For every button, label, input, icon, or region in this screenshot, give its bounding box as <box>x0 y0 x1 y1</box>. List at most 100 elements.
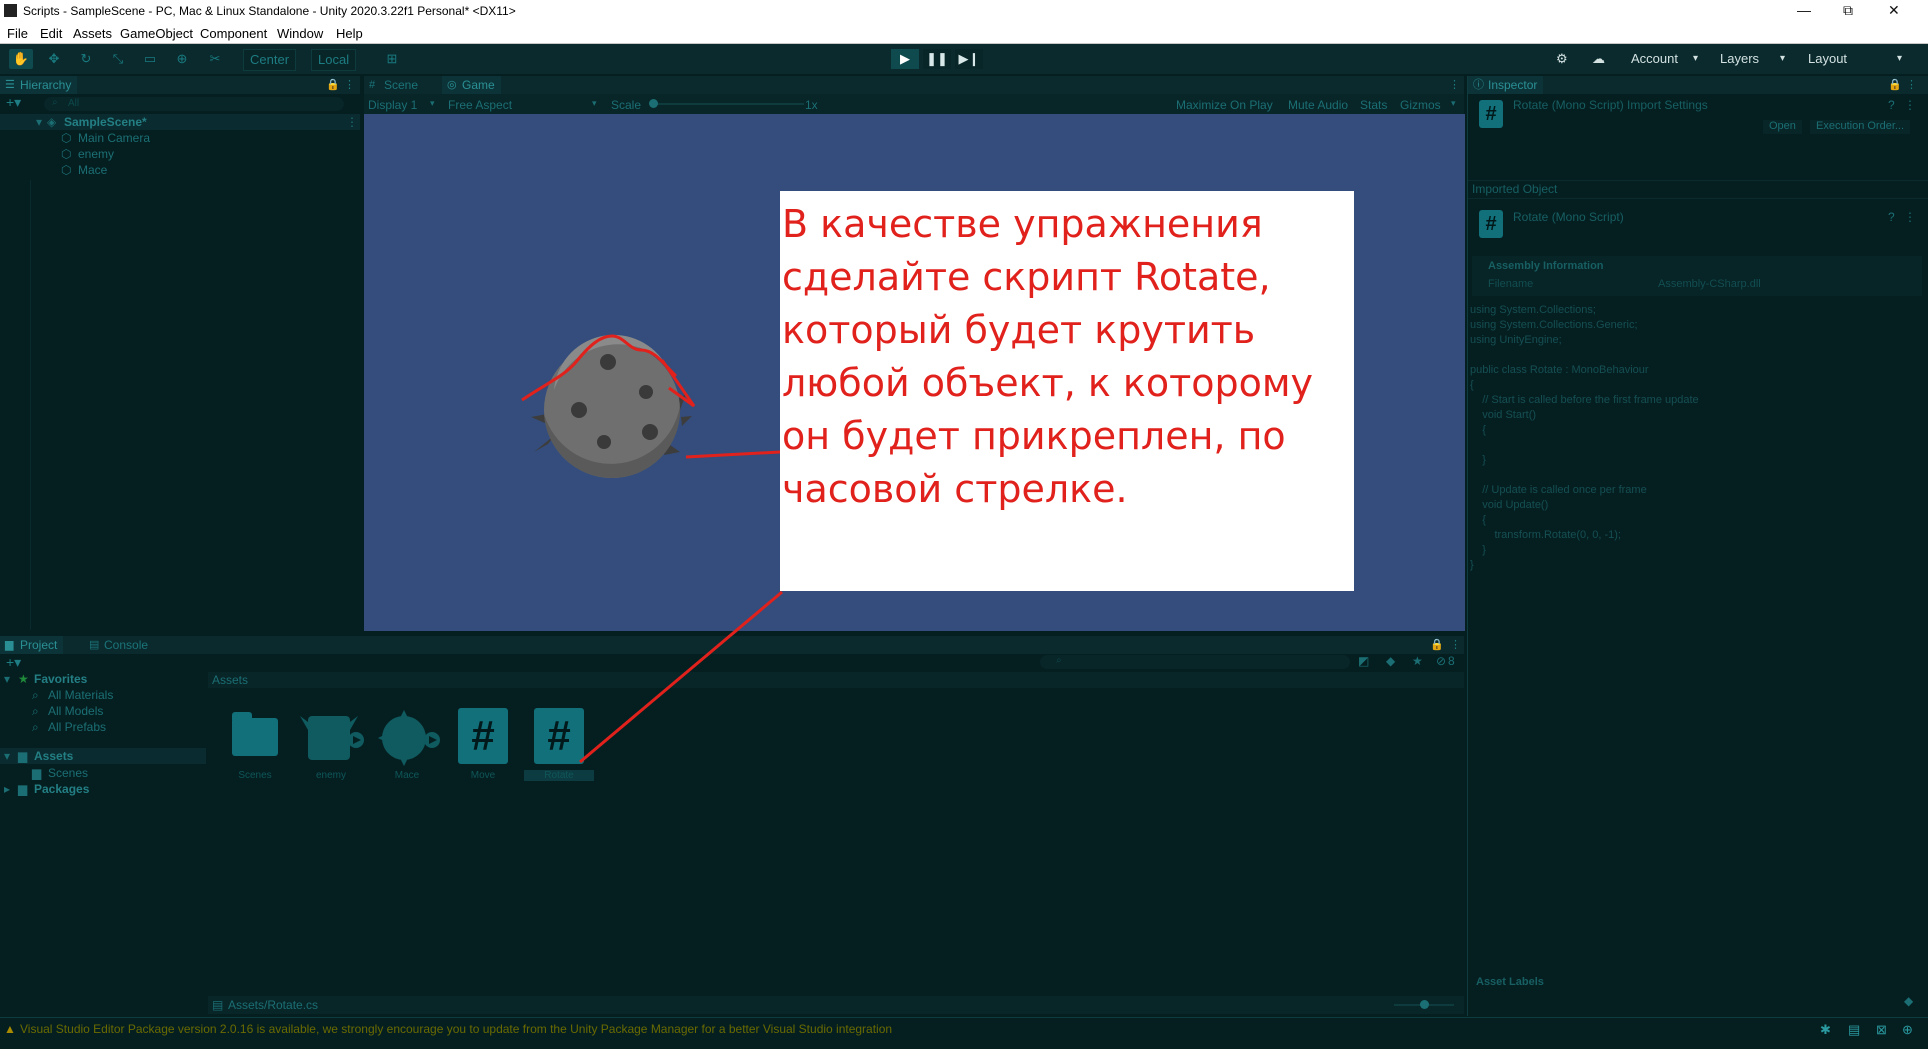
add-icon[interactable]: +▾ <box>6 94 21 111</box>
mute-audio-toggle[interactable]: Mute Audio <box>1288 98 1348 112</box>
scale-tool-icon[interactable]: ⤡ <box>106 49 130 69</box>
tab-scene[interactable]: # Scene <box>364 76 424 94</box>
chevron-down-icon: ▾ <box>1693 53 1699 64</box>
play-button[interactable]: ▶ <box>891 49 919 69</box>
menu-gameobject[interactable]: GameObject <box>120 26 193 41</box>
lighting-icon[interactable]: ⊕ <box>1902 1022 1913 1038</box>
tag-icon[interactable]: ◆ <box>1904 994 1913 1008</box>
expand-arrow-icon[interactable]: ▾ <box>4 672 10 686</box>
folder-icon: ▆ <box>18 749 28 763</box>
menu-bar: File Edit Assets GameObject Component Wi… <box>0 22 1928 44</box>
filter-label-icon[interactable]: ◆ <box>1386 654 1395 668</box>
aspect-dropdown[interactable]: Free Aspect <box>448 98 512 112</box>
stats-toggle[interactable]: Stats <box>1360 98 1387 112</box>
menu-window[interactable]: Window <box>277 26 323 41</box>
layout-dropdown[interactable]: Layout <box>1808 51 1847 66</box>
transform-tool-icon[interactable]: ⊕ <box>170 49 194 69</box>
hierarchy-item[interactable]: ⬡ Mace <box>0 162 360 178</box>
scale-slider-handle[interactable] <box>649 99 658 108</box>
lock-icon[interactable]: 🔒 <box>326 78 340 91</box>
progress-icon[interactable]: ⊠ <box>1876 1022 1887 1038</box>
minimize-button[interactable]: — <box>1797 2 1811 18</box>
open-button[interactable]: Open <box>1763 120 1802 134</box>
step-button[interactable]: ▶❙ <box>955 49 983 69</box>
network-icon[interactable]: ▤ <box>1848 1022 1860 1038</box>
scene-row[interactable]: ▾ ◈ SampleScene* ⋮ <box>0 114 360 130</box>
add-icon[interactable]: +▾ <box>6 654 21 671</box>
display-dropdown[interactable]: Display 1 <box>368 98 417 112</box>
move-tool-icon[interactable]: ✥ <box>42 49 66 69</box>
menu-edit[interactable]: Edit <box>40 26 62 41</box>
game-view-toolbar: Display 1 ▾ Free Aspect ▾ Scale 1x Maxim… <box>364 94 1464 114</box>
maximize-on-play-toggle[interactable]: Maximize On Play <box>1176 98 1273 112</box>
favorite-item[interactable]: All Models <box>48 704 103 718</box>
account-dropdown[interactable]: Account <box>1631 51 1678 66</box>
pause-button[interactable]: ❚❚ <box>923 49 951 69</box>
pivot-center-toggle[interactable]: Center <box>243 49 297 71</box>
collab-icon[interactable]: ⚙ <box>1556 51 1568 67</box>
hand-tool-icon[interactable]: ✋ <box>9 49 33 69</box>
kebab-menu-icon[interactable]: ⋮ <box>346 115 358 129</box>
settings-icon[interactable]: ⋮ <box>1904 210 1916 224</box>
breadcrumb-assets[interactable]: Assets <box>212 673 248 687</box>
project-search-input[interactable]: ⌕ <box>1040 655 1350 669</box>
hierarchy-search-input[interactable]: ⌕ All <box>44 97 344 111</box>
settings-icon[interactable]: ⋮ <box>1904 98 1916 112</box>
imported-object-name: Rotate (Mono Script) <box>1513 210 1624 224</box>
scale-slider[interactable] <box>654 103 804 105</box>
expand-arrow-icon[interactable]: ▾ <box>36 115 42 129</box>
kebab-menu-icon[interactable]: ⋮ <box>344 78 355 91</box>
folder-icon: ▆ <box>18 782 28 796</box>
hierarchy-item[interactable]: ⬡ enemy <box>0 146 360 162</box>
execution-order-button[interactable]: Execution Order... <box>1810 120 1911 134</box>
favorite-star-icon[interactable]: ★ <box>1412 654 1423 668</box>
rotate-tool-icon[interactable]: ↻ <box>74 49 98 69</box>
bug-icon[interactable]: ✱ <box>1820 1022 1831 1038</box>
inspector-header: ⓘ Inspector 🔒 ⋮ <box>1468 76 1928 94</box>
help-icon[interactable]: ? <box>1888 210 1895 224</box>
tab-console[interactable]: ▤ Console <box>84 636 154 654</box>
gizmos-toggle[interactable]: Gizmos <box>1400 98 1441 112</box>
tab-project[interactable]: ▆ Project <box>0 636 64 654</box>
menu-component[interactable]: Component <box>200 26 267 41</box>
hierarchy-item[interactable]: ⬡ Main Camera <box>0 130 360 146</box>
menu-file[interactable]: File <box>7 26 28 41</box>
grid-snap-icon[interactable]: ⊞ <box>380 49 404 69</box>
favorite-item[interactable]: All Prefabs <box>48 720 106 734</box>
tab-inspector[interactable]: ⓘ Inspector <box>1468 76 1544 94</box>
close-button[interactable]: ✕ <box>1888 2 1900 19</box>
asset-labels-heading: Asset Labels <box>1476 976 1544 988</box>
hierarchy-item-label: Mace <box>78 163 108 177</box>
lock-icon[interactable]: 🔒 <box>1888 78 1902 91</box>
hierarchy-panel: ☰ Hierarchy 🔒 ⋮ +▾ ⌕ All ▾ ◈ SampleScene… <box>0 76 360 636</box>
icon-size-slider-handle[interactable] <box>1420 1000 1429 1009</box>
tab-game[interactable]: ◎ Game <box>442 76 501 94</box>
pivot-local-toggle[interactable]: Local <box>311 49 357 71</box>
favorite-item[interactable]: All Materials <box>48 688 113 702</box>
packages-tree-item[interactable]: Packages <box>34 782 89 796</box>
expand-arrow-icon[interactable]: ▸ <box>4 782 10 796</box>
menu-assets[interactable]: Assets <box>73 26 112 41</box>
kebab-menu-icon[interactable]: ⋮ <box>1449 78 1460 91</box>
layers-dropdown[interactable]: Layers <box>1720 51 1759 66</box>
code-line: using System.Collections; <box>1470 304 1596 316</box>
scenes-tree-item[interactable]: Scenes <box>48 766 88 780</box>
rect-tool-icon[interactable]: ▭ <box>138 49 162 69</box>
csharp-script-icon: # <box>458 708 508 764</box>
lock-icon[interactable]: 🔒 <box>1430 638 1444 651</box>
hidden-packages-icon[interactable]: ⊘ <box>1436 654 1446 668</box>
filter-type-icon[interactable]: ◩ <box>1358 654 1369 668</box>
assets-tree-item[interactable]: ▾ ▆ Assets <box>0 748 206 764</box>
maximize-button[interactable]: ⧉ <box>1843 2 1853 19</box>
favorites-label[interactable]: Favorites <box>34 672 87 686</box>
kebab-menu-icon[interactable]: ⋮ <box>1450 638 1461 651</box>
cloud-icon[interactable]: ☁ <box>1592 51 1605 67</box>
help-icon[interactable]: ? <box>1888 98 1895 112</box>
status-message[interactable]: Visual Studio Editor Package version 2.0… <box>20 1022 892 1036</box>
expand-arrow-icon[interactable]: ▾ <box>4 749 10 763</box>
kebab-menu-icon[interactable]: ⋮ <box>1906 78 1917 91</box>
tab-hierarchy[interactable]: ☰ Hierarchy <box>0 76 78 94</box>
menu-help[interactable]: Help <box>336 26 363 41</box>
custom-tool-icon[interactable]: ✂ <box>203 49 227 69</box>
tab-console-label: Console <box>104 638 149 652</box>
